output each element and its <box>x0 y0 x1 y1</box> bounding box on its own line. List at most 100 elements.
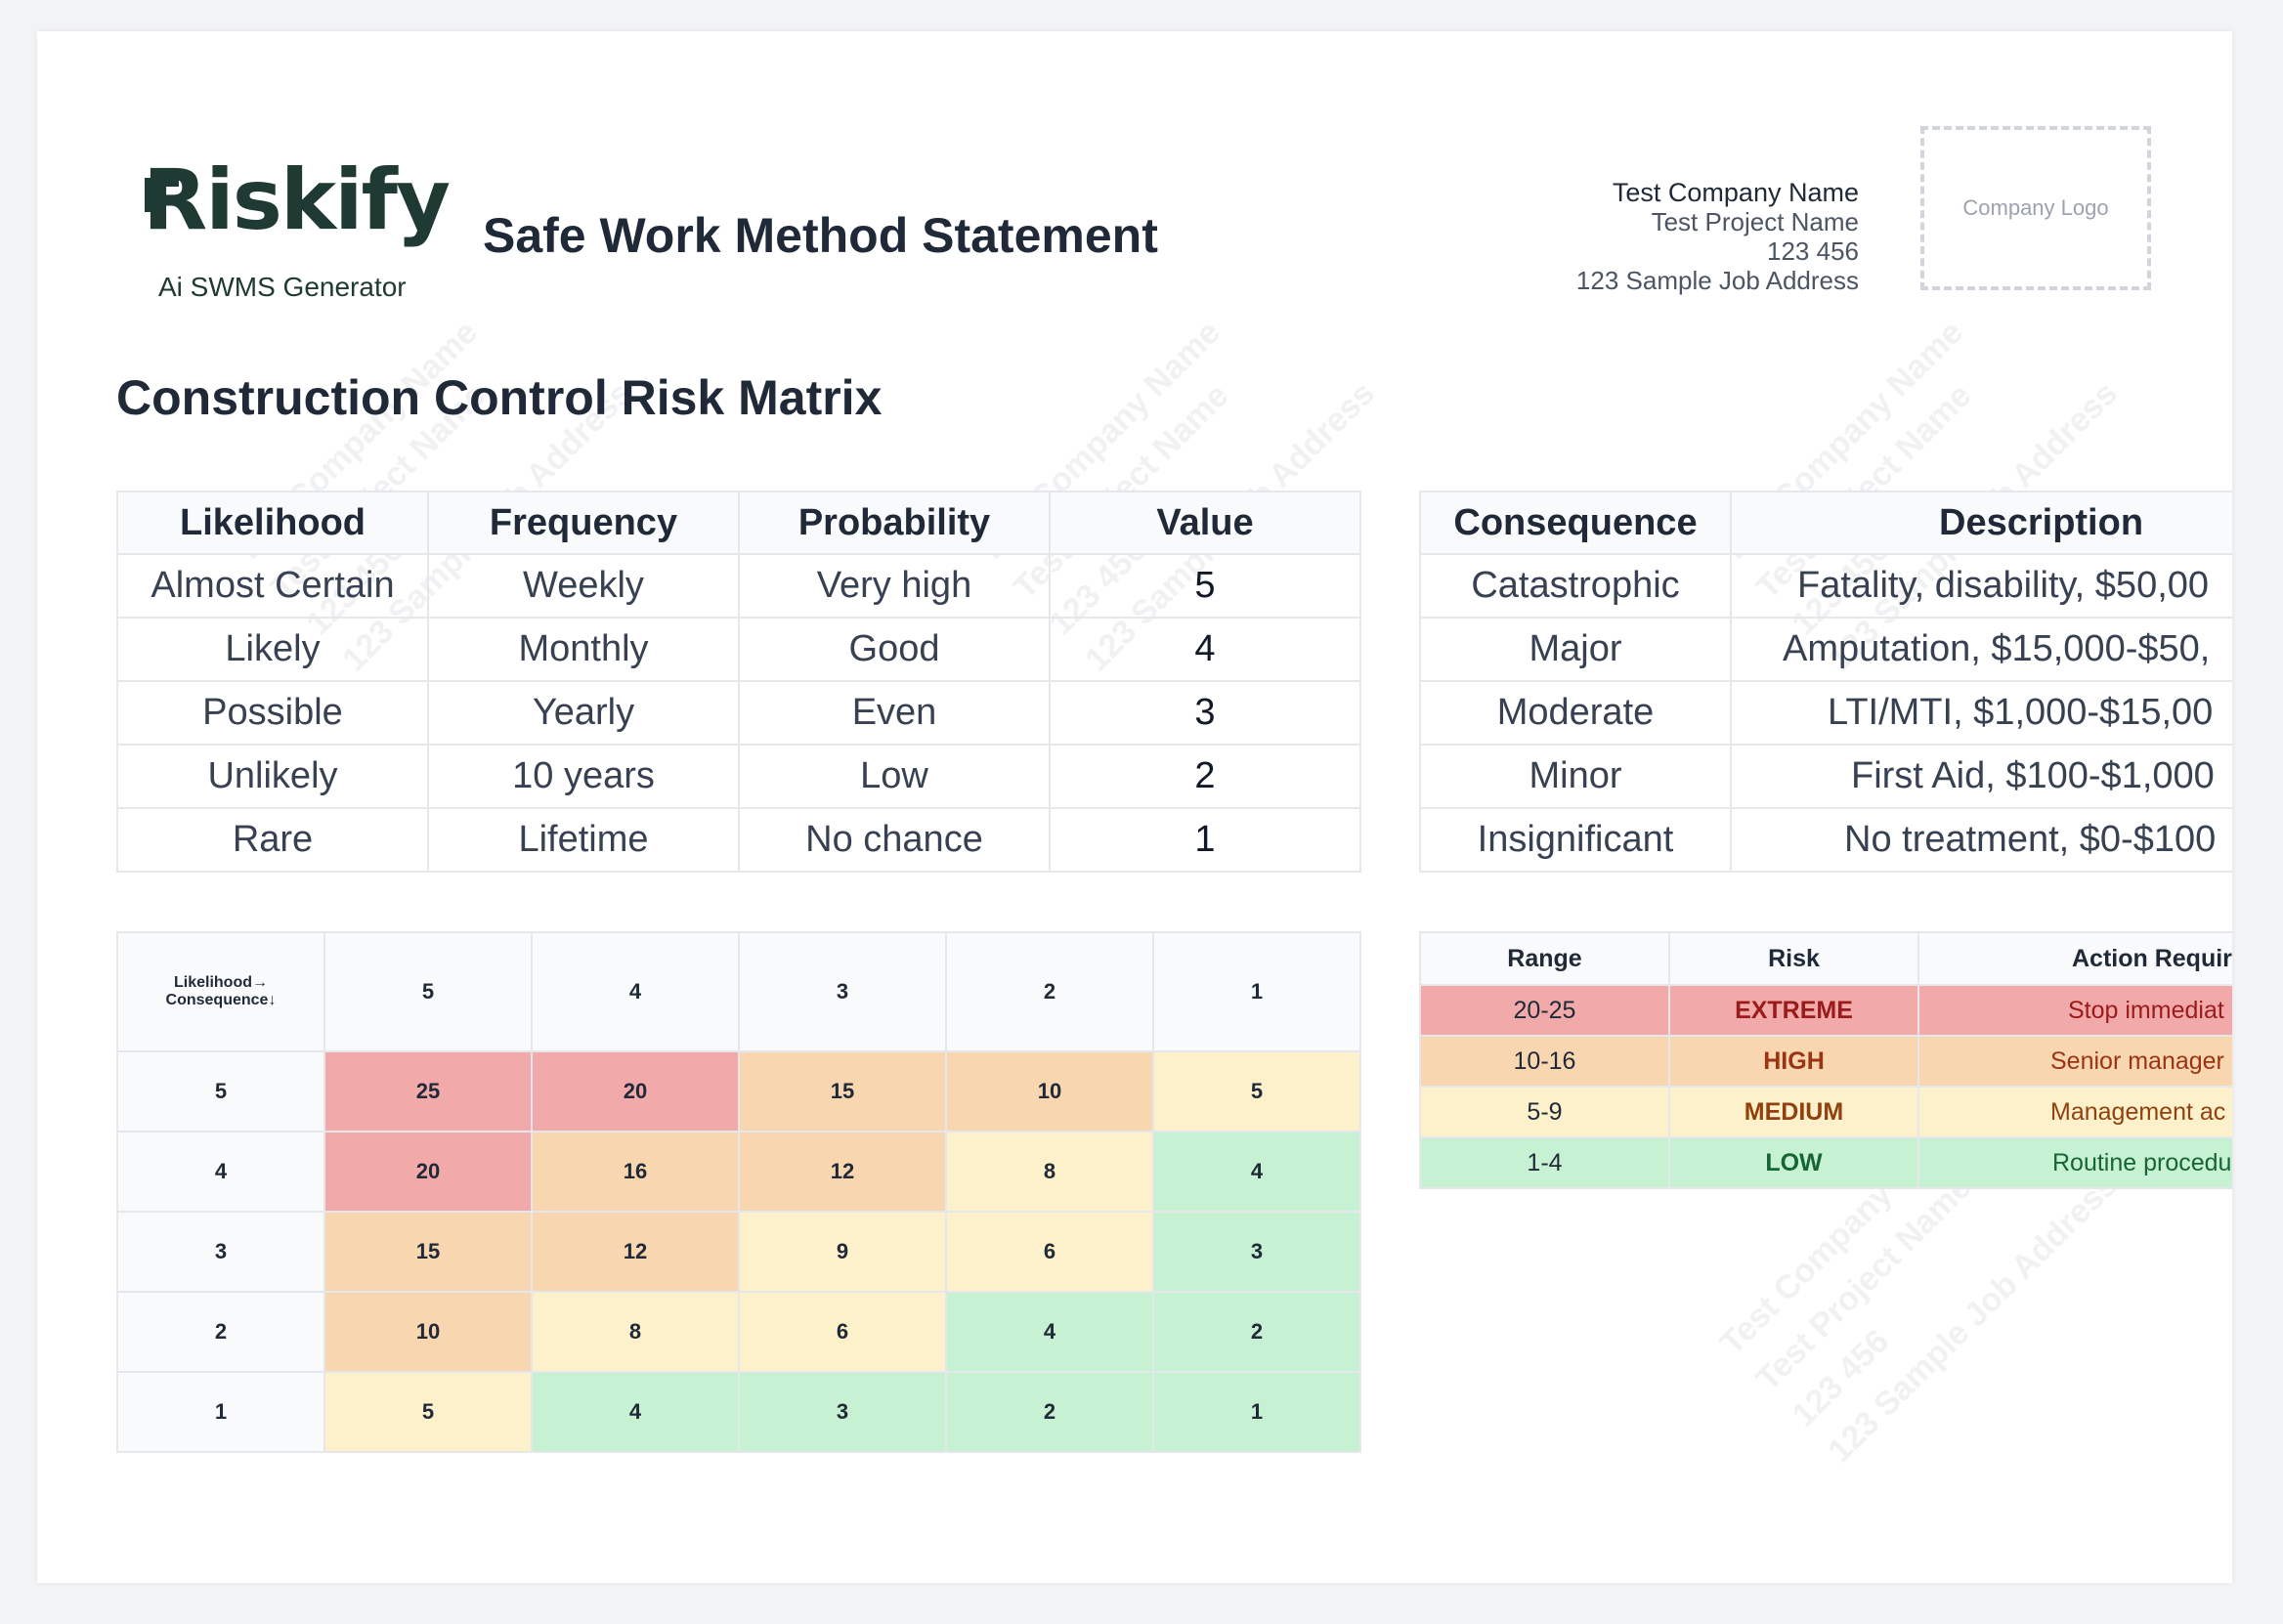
table-cell: Minor <box>1419 744 1732 809</box>
table-cell: LTI/MTI, $1,000-$15,00 <box>1730 680 2232 746</box>
matrix-cell: 20 <box>531 1050 740 1133</box>
project-number: 123 456 <box>1767 236 1859 266</box>
action-cell: Senior manager <box>1917 1035 2232 1088</box>
table-row: 20-25 EXTREME Stop immediat <box>1419 984 2232 1037</box>
matrix-cell: 8 <box>945 1131 1154 1213</box>
table-row: Catastrophic Fatality, disability, $50,0… <box>1419 553 2232 619</box>
action-cell: Management ac <box>1917 1086 2232 1138</box>
matrix-cell: 10 <box>945 1050 1154 1133</box>
matrix-cell: 25 <box>323 1050 533 1133</box>
matrix-cell: 5 <box>1152 1050 1361 1133</box>
table-cell: Rare <box>116 807 429 873</box>
table-row: Almost Certain Weekly Very high 5 <box>116 553 1361 619</box>
table-cell: Unlikely <box>116 744 429 809</box>
table-cell: Even <box>738 680 1051 746</box>
matrix-corner-label: Likelihood→ Consequence↓ <box>116 931 325 1052</box>
table-cell: Low <box>738 744 1051 809</box>
company-details: Test Company Name Test Project Name 123 … <box>1576 178 1859 295</box>
table-cell: First Aid, $100-$1,000 <box>1730 744 2232 809</box>
table-cell: 2 <box>1049 744 1361 809</box>
matrix-cell: 2 <box>1152 1291 1361 1373</box>
table-header-row: Range Risk Action Requir <box>1419 931 2232 986</box>
matrix-cell: 16 <box>531 1131 740 1213</box>
matrix-row: 1 5 4 3 2 1 <box>116 1371 1361 1453</box>
table-cell: 10 years <box>427 744 740 809</box>
column-header: Description <box>1730 491 2232 555</box>
table-cell: 1 <box>1049 807 1361 873</box>
matrix-header-row: Likelihood→ Consequence↓ 5 4 3 2 1 <box>116 931 1361 1052</box>
matrix-row: 5 25 20 15 10 5 <box>116 1050 1361 1133</box>
range-cell: 10-16 <box>1419 1035 1670 1088</box>
company-name: Test Company Name <box>1612 178 1859 207</box>
matrix-column-header: 2 <box>945 931 1154 1052</box>
table-header-row: Likelihood Frequency Probability Value <box>116 491 1361 555</box>
table-row: Moderate LTI/MTI, $1,000-$15,00 <box>1419 680 2232 746</box>
matrix-row: 2 10 8 6 4 2 <box>116 1291 1361 1373</box>
likelihood-axis-label: Likelihood→ <box>174 974 268 991</box>
table-cell: Weekly <box>427 553 740 619</box>
table-cell: Fatality, disability, $50,00 <box>1730 553 2232 619</box>
table-cell: 3 <box>1049 680 1361 746</box>
matrix-row-header: 4 <box>116 1131 325 1213</box>
matrix-cell: 4 <box>945 1291 1154 1373</box>
table-row: 1-4 LOW Routine procedu <box>1419 1136 2232 1189</box>
matrix-cell: 12 <box>738 1131 947 1213</box>
company-logo-placeholder: Company Logo <box>1920 126 2151 290</box>
matrix-cell: 20 <box>323 1131 533 1213</box>
risk-matrix: Likelihood→ Consequence↓ 5 4 3 2 1 5 25 … <box>116 931 1361 1453</box>
table-row: Possible Yearly Even 3 <box>116 680 1361 746</box>
matrix-row: 4 20 16 12 8 4 <box>116 1131 1361 1213</box>
matrix-cell: 3 <box>738 1371 947 1453</box>
matrix-row-header: 3 <box>116 1211 325 1293</box>
matrix-cell: 9 <box>738 1211 947 1293</box>
section-title: Construction Control Risk Matrix <box>116 370 883 425</box>
matrix-row-header: 2 <box>116 1291 325 1373</box>
matrix-cell: 4 <box>1152 1131 1361 1213</box>
matrix-cell: 2 <box>945 1371 1154 1453</box>
table-row: Minor First Aid, $100-$1,000 <box>1419 744 2232 809</box>
table-cell: Possible <box>116 680 429 746</box>
column-header: Consequence <box>1419 491 1732 555</box>
column-header: Risk <box>1668 931 1919 986</box>
document-title: Safe Work Method Statement <box>483 208 1158 263</box>
table-cell: Yearly <box>427 680 740 746</box>
table-cell: Major <box>1419 617 1732 682</box>
table-cell: 5 <box>1049 553 1361 619</box>
matrix-cell: 3 <box>1152 1211 1361 1293</box>
action-cell: Stop immediat <box>1917 984 2232 1037</box>
project-name: Test Project Name <box>1651 207 1859 236</box>
matrix-row-header: 5 <box>116 1050 325 1133</box>
column-header: Probability <box>738 491 1051 555</box>
range-cell: 20-25 <box>1419 984 1670 1037</box>
table-cell: Monthly <box>427 617 740 682</box>
table-cell: Likely <box>116 617 429 682</box>
table-cell: Moderate <box>1419 680 1732 746</box>
riskify-logo: Riskify Ai SWMS Generator <box>143 147 455 313</box>
job-address: 123 Sample Job Address <box>1575 266 1859 295</box>
table-cell: Very high <box>738 553 1051 619</box>
table-cell: No chance <box>738 807 1051 873</box>
table-row: Unlikely 10 years Low 2 <box>116 744 1361 809</box>
matrix-cell: 6 <box>945 1211 1154 1293</box>
matrix-column-header: 3 <box>738 931 947 1052</box>
table-row: Insignificant No treatment, $0-$100 <box>1419 807 2232 873</box>
table-cell: No treatment, $0-$100 <box>1730 807 2232 873</box>
matrix-column-header: 4 <box>531 931 740 1052</box>
table-row: Likely Monthly Good 4 <box>116 617 1361 682</box>
matrix-cell: 15 <box>738 1050 947 1133</box>
matrix-cell: 10 <box>323 1291 533 1373</box>
matrix-cell: 15 <box>323 1211 533 1293</box>
risk-range-table: Range Risk Action Requir 20-25 EXTREME S… <box>1419 931 2232 1189</box>
table-header-row: Consequence Description <box>1419 491 2232 555</box>
column-header: Value <box>1049 491 1361 555</box>
matrix-column-header: 1 <box>1152 931 1361 1052</box>
matrix-cell: 6 <box>738 1291 947 1373</box>
table-cell: Almost Certain <box>116 553 429 619</box>
action-cell: Routine procedu <box>1917 1136 2232 1189</box>
table-cell: Good <box>738 617 1051 682</box>
table-cell: Amputation, $15,000-$50, <box>1730 617 2232 682</box>
logo-wordmark: Riskify <box>143 151 451 249</box>
table-cell: Catastrophic <box>1419 553 1732 619</box>
table-row: Rare Lifetime No chance 1 <box>116 807 1361 873</box>
range-cell: 1-4 <box>1419 1136 1670 1189</box>
